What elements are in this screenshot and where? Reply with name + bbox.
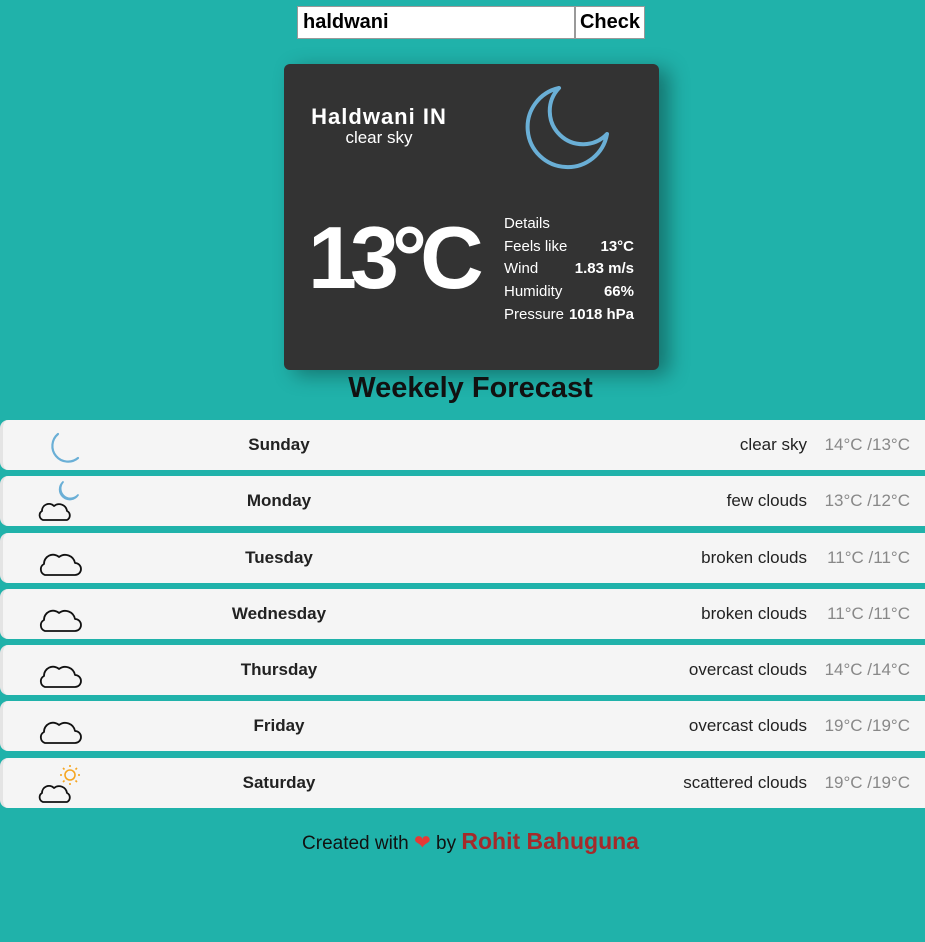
detail-value: 1018 hPa (568, 305, 634, 323)
forecast-description: overcast clouds (688, 660, 807, 680)
detail-value: 1.83 m/s (574, 260, 634, 278)
forecast-temp-range: 19°C /19°C (824, 772, 910, 792)
cloud-moon-icon (38, 481, 79, 522)
moon-icon (51, 432, 80, 463)
forecast-description: overcast clouds (688, 716, 807, 736)
check-button[interactable]: Check (575, 6, 645, 39)
detail-row-pressure: Pressure 1018 hPa (504, 303, 634, 326)
forecast-day: Friday (253, 716, 305, 736)
cloud-icon (39, 609, 82, 632)
forecast-row-monday: Monday few clouds 13°C /12°C (0, 476, 925, 527)
detail-row-wind: Wind 1.83 m/s (504, 257, 634, 280)
forecast-temp-range: 14°C /13°C (824, 435, 910, 454)
cloud-icon (39, 553, 82, 576)
footer-prefix: Created with (302, 833, 409, 854)
heart-icon: ❤ (413, 832, 431, 854)
current-weather-card: Haldwani IN clear sky 13°C Details Feels… (284, 64, 659, 370)
forecast-temp-range: 19°C /19°C (824, 716, 910, 736)
forecast-row-friday: Friday overcast clouds 19°C /19°C (0, 701, 925, 752)
forecast-description: few clouds (726, 491, 807, 511)
author-link[interactable]: Rohit Bahuguna (461, 828, 639, 854)
cloud-icon (39, 666, 82, 689)
forecast-description: scattered clouds (683, 772, 807, 792)
forecast-description: clear sky (739, 435, 807, 454)
city-search-input[interactable] (297, 6, 575, 39)
forecast-description: broken clouds (701, 603, 807, 623)
current-description: clear sky (345, 128, 413, 147)
forecast-row-tuesday: Tuesday broken clouds 11°C /11°C (0, 532, 925, 583)
details-panel: Details Feels like 13°C Wind 1.83 m/s Hu… (504, 212, 634, 325)
moon-icon (525, 86, 609, 170)
details-heading: Details (504, 214, 550, 232)
forecast-temp-range: 11°C /11°C (827, 547, 910, 567)
forecast-day: Monday (246, 491, 312, 511)
forecast-day: Tuesday (245, 547, 313, 567)
forecast-row-thursday: Thursday overcast clouds 14°C /14°C (0, 645, 925, 696)
detail-label: Pressure (504, 305, 565, 323)
forecast-row-sunday: Sunday clear sky 14°C /13°C (0, 420, 925, 470)
forecast-title: Weekely Forecast (348, 372, 593, 404)
cloud-sun-icon (38, 764, 80, 803)
forecast-day: Wednesday (231, 603, 327, 623)
forecast-row-wednesday: Wednesday broken clouds 11°C /11°C (0, 588, 925, 639)
search-bar: Check (297, 6, 645, 39)
forecast-temp-range: 13°C /12°C (824, 491, 910, 511)
detail-value: 13°C (600, 237, 634, 255)
footer-by: by (436, 833, 457, 854)
detail-label: Humidity (504, 282, 563, 300)
city-name: Haldwani IN (311, 104, 447, 129)
forecast-description: broken clouds (701, 547, 807, 567)
footer: Created with ❤ by Rohit Bahuguna (0, 828, 925, 855)
forecast-day: Sunday (248, 435, 310, 454)
forecast-row-saturday: Saturday scattered clouds 19°C /19°C (0, 757, 925, 808)
forecast-day: Thursday (240, 660, 318, 680)
cloud-icon (39, 722, 82, 745)
current-temperature: 13°C (308, 208, 484, 307)
detail-row-feels-like: Feels like 13°C (504, 235, 634, 258)
detail-label: Feels like (504, 237, 568, 255)
detail-value: 66% (603, 282, 634, 300)
detail-row-humidity: Humidity 66% (504, 280, 634, 303)
forecast-list: Sunday clear sky 14°C /13°C Monday few cloud… (0, 420, 925, 814)
detail-label: Wind (504, 260, 539, 278)
forecast-temp-range: 11°C /11°C (827, 603, 910, 623)
forecast-temp-range: 14°C /14°C (824, 660, 910, 680)
forecast-day: Saturday (242, 772, 316, 792)
